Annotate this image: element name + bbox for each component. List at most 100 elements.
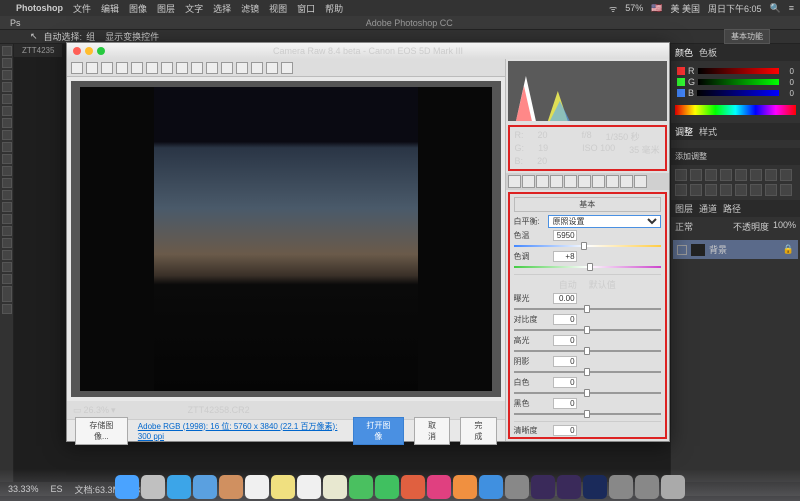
tool-type[interactable] [2, 226, 12, 236]
dock-trash[interactable] [661, 475, 685, 499]
dock-launchpad[interactable] [141, 475, 165, 499]
tool-wand[interactable] [2, 82, 12, 92]
dock-photoshop[interactable] [583, 475, 607, 499]
menu-view[interactable]: 视图 [269, 2, 287, 15]
slider-value-clarity[interactable]: 0 [553, 425, 577, 436]
tab-styles[interactable]: 样式 [699, 125, 717, 138]
workspace-button[interactable]: 基本功能 [724, 29, 770, 44]
tool-history[interactable] [2, 154, 12, 164]
slider-value-tint[interactable]: +8 [553, 251, 577, 262]
ptab-curve-icon[interactable] [522, 175, 535, 188]
dock-appstore[interactable] [479, 475, 503, 499]
slider-value-highlights[interactable]: 0 [553, 335, 577, 346]
acr-radial-tool[interactable] [236, 62, 248, 74]
acr-straighten-tool[interactable] [161, 62, 173, 74]
dock-ibooks[interactable] [453, 475, 477, 499]
tab-adjustments[interactable]: 调整 [675, 125, 693, 138]
cancel-button[interactable]: 取消 [414, 417, 450, 445]
dock-reminders[interactable] [297, 475, 321, 499]
tab-swatches[interactable]: 色板 [699, 46, 717, 59]
adj-poster-icon[interactable] [735, 184, 747, 196]
b-value[interactable]: 0 [782, 89, 794, 98]
layer-thumb[interactable] [691, 244, 705, 256]
tool-crop[interactable] [2, 94, 12, 104]
acr-hand-tool[interactable] [86, 62, 98, 74]
ptab-fx-icon[interactable] [592, 175, 605, 188]
zoom-icon[interactable] [97, 47, 105, 55]
dock-premiere[interactable] [557, 475, 581, 499]
adj-bw-icon[interactable] [780, 169, 792, 181]
acr-titlebar[interactable]: Camera Raw 8.4 beta - Canon EOS 5D Mark … [67, 43, 669, 59]
acr-rotate-cw[interactable] [281, 62, 293, 74]
adj-gradmap-icon[interactable] [765, 184, 777, 196]
tool-gradient[interactable] [2, 178, 12, 188]
layer-name[interactable]: 背景 [709, 243, 727, 256]
acr-zoom-tool[interactable] [71, 62, 83, 74]
r-value[interactable]: 0 [782, 67, 794, 76]
dock-calendar[interactable] [245, 475, 269, 499]
acr-redeye-tool[interactable] [191, 62, 203, 74]
dock-itunes[interactable] [427, 475, 451, 499]
tool-marquee[interactable] [2, 58, 12, 68]
adj-brightness-icon[interactable] [675, 169, 687, 181]
default-link[interactable]: 默认值 [589, 278, 616, 291]
acr-wb-tool[interactable] [101, 62, 113, 74]
slider-tint[interactable] [514, 263, 661, 271]
adj-lut-icon[interactable] [705, 184, 717, 196]
histogram[interactable] [508, 61, 667, 121]
dock-mail[interactable] [193, 475, 217, 499]
slider-exposure[interactable] [514, 305, 661, 313]
spotlight-icon[interactable]: 🔍 [770, 3, 781, 14]
opacity-value[interactable]: 100% [773, 220, 796, 233]
adj-hue-icon[interactable] [750, 169, 762, 181]
menu-file[interactable]: 文件 [73, 2, 91, 15]
menu-filter[interactable]: 滤镜 [241, 2, 259, 15]
blend-mode[interactable]: 正常 [675, 220, 693, 233]
tool-eyedropper[interactable] [2, 106, 12, 116]
adj-curves-icon[interactable] [705, 169, 717, 181]
dock-facetime[interactable] [375, 475, 399, 499]
acr-rotate-ccw[interactable] [266, 62, 278, 74]
acr-zoom-value[interactable]: 26.3% [84, 405, 110, 415]
slider-value-contrast[interactable]: 0 [553, 314, 577, 325]
dock-photobooth[interactable] [401, 475, 425, 499]
done-button[interactable]: 完成 [460, 417, 496, 445]
adj-levels-icon[interactable] [690, 169, 702, 181]
slider-clarity[interactable] [514, 437, 661, 439]
ptab-detail-icon[interactable] [536, 175, 549, 188]
tool-lasso[interactable] [2, 70, 12, 80]
acr-grad-tool[interactable] [221, 62, 233, 74]
b-slider[interactable] [697, 90, 779, 96]
document-tab[interactable]: ZTT4235 [14, 44, 62, 57]
adj-invert-icon[interactable] [720, 184, 732, 196]
auto-link[interactable]: 自动 [559, 278, 577, 291]
tool-path[interactable] [2, 238, 12, 248]
chevron-down-icon[interactable]: ▾ [111, 405, 116, 416]
slider-value-temp[interactable]: 5950 [553, 230, 577, 241]
dock-downloads[interactable] [635, 475, 659, 499]
menu-image[interactable]: 图像 [129, 2, 147, 15]
acr-prefs-tool[interactable] [251, 62, 263, 74]
fgbg-swatch[interactable] [2, 286, 12, 302]
clock[interactable]: 周日下午6:05 [708, 2, 762, 15]
tool-blur[interactable] [2, 190, 12, 200]
acr-spot-tool[interactable] [176, 62, 188, 74]
slider-contrast[interactable] [514, 326, 661, 334]
tool-brush[interactable] [2, 130, 12, 140]
tab-color[interactable]: 颜色 [675, 46, 693, 59]
tool-dodge[interactable] [2, 202, 12, 212]
menu-type[interactable]: 文字 [185, 2, 203, 15]
g-slider[interactable] [698, 79, 779, 85]
acr-crop-tool[interactable] [146, 62, 158, 74]
tool-hand[interactable] [2, 262, 12, 272]
save-image-button[interactable]: 存储图像... [75, 417, 128, 445]
slider-highlights[interactable] [514, 347, 661, 355]
dock-aftereffects[interactable] [531, 475, 555, 499]
tool-stamp[interactable] [2, 142, 12, 152]
acr-preview[interactable] [71, 81, 501, 397]
ptab-split-icon[interactable] [564, 175, 577, 188]
menu-edit[interactable]: 编辑 [101, 2, 119, 15]
acr-brush-tool[interactable] [206, 62, 218, 74]
tool-move[interactable] [2, 46, 12, 56]
acr-target-tool[interactable] [131, 62, 143, 74]
